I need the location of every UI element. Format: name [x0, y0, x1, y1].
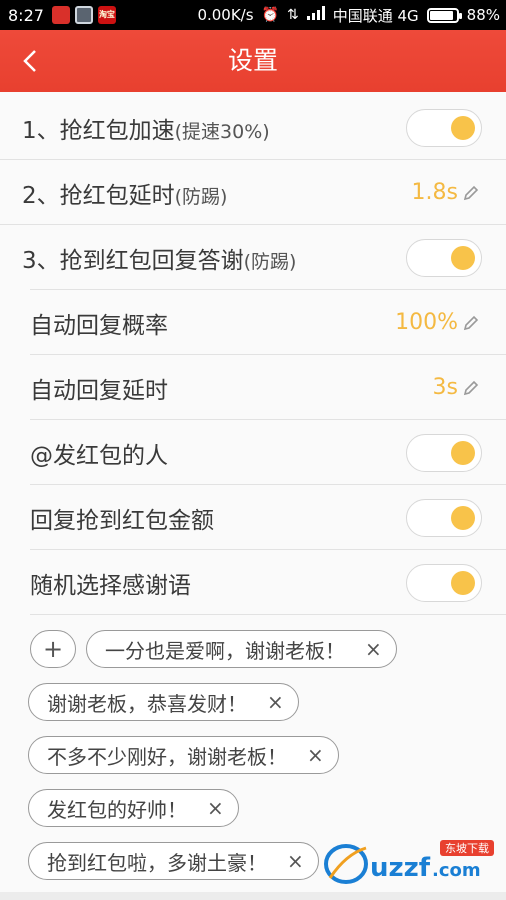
auto-reply-delay-label: 自动回复延时	[30, 377, 168, 404]
setting-delay-label: 2、抢红包延时(防踢)	[22, 182, 228, 209]
toggle-knob	[451, 570, 475, 595]
pencil-icon	[463, 315, 479, 330]
setting-auto-reply-delay: 自动回复延时 3s	[0, 355, 506, 420]
delay-value-text: 1.8s	[411, 180, 458, 205]
toggle-knob	[451, 115, 475, 140]
setting-thanks-label: 3、抢到红包回复答谢(防踢)	[22, 247, 297, 274]
taobao-app-icon: 淘宝	[97, 6, 116, 24]
close-icon[interactable]: ×	[287, 849, 304, 873]
alarm-icon: ⏰	[261, 7, 279, 23]
signal-icon	[306, 6, 325, 24]
close-icon[interactable]: ×	[207, 796, 224, 820]
title-bar: 设置	[0, 30, 506, 92]
status-time: 8:27	[8, 5, 44, 25]
toggle-knob	[451, 440, 475, 465]
phrase-text: 谢谢老板，恭喜发财！	[47, 691, 247, 716]
svg-text:uzzf: uzzf	[370, 853, 431, 883]
setting-reply-amount: 回复抢到红包金额	[0, 485, 506, 550]
battery-icon	[426, 7, 462, 23]
toggle-knob	[451, 245, 475, 270]
auto-reply-rate-text: 100%	[395, 310, 458, 335]
random-thanks-toggle[interactable]	[406, 563, 482, 602]
phrase-chip[interactable]: 发红包的好帅！ ×	[28, 789, 239, 827]
svg-text:东坡下载: 东坡下载	[445, 842, 489, 855]
phrase-text: 一分也是爱啊，谢谢老板！	[105, 638, 345, 663]
svg-text:.com: .com	[432, 860, 481, 881]
phrase-chip[interactable]: 不多不少刚好，谢谢老板！ ×	[28, 736, 339, 774]
phrase-text: 不多不少刚好，谢谢老板！	[47, 744, 287, 769]
setting-auto-reply-rate: 自动回复概率 100%	[0, 290, 506, 355]
reply-amount-toggle[interactable]	[406, 498, 482, 537]
setting-delay: 2、抢红包延时(防踢) 1.8s	[0, 160, 506, 225]
close-icon[interactable]: ×	[365, 637, 382, 661]
phrase-chip[interactable]: 一分也是爱啊，谢谢老板！ ×	[86, 630, 397, 668]
phrase-chip[interactable]: 谢谢老板，恭喜发财！ ×	[28, 683, 299, 721]
close-icon[interactable]: ×	[307, 743, 324, 767]
bottom-strip	[0, 892, 506, 900]
setting-random-thanks: 随机选择感谢语	[0, 550, 506, 615]
setting-speedup-label: 1、抢红包加速(提速30%)	[22, 117, 270, 144]
pencil-icon	[463, 185, 479, 200]
at-sender-label: @发红包的人	[30, 442, 168, 469]
phrase-chip[interactable]: 抢到红包啦，多谢土豪！ ×	[28, 842, 319, 880]
toggle-knob	[451, 505, 475, 530]
network-speed: 0.00K/s	[197, 6, 254, 24]
pencil-icon	[463, 380, 479, 395]
setting-at-sender: @发红包的人	[0, 420, 506, 485]
random-thanks-label: 随机选择感谢语	[30, 572, 191, 599]
add-phrase-button[interactable]: +	[30, 630, 76, 668]
at-sender-toggle[interactable]	[406, 433, 482, 472]
speedup-toggle[interactable]	[406, 108, 482, 147]
setting-thanks: 3、抢到红包回复答谢(防踢)	[0, 225, 506, 290]
auto-reply-rate-label: 自动回复概率	[30, 312, 168, 339]
shop-app-icon	[51, 6, 70, 24]
page-title: 设置	[227, 46, 278, 75]
carrier-label: 中国联通 4G	[332, 6, 419, 25]
security-app-icon	[74, 6, 93, 24]
reply-amount-label: 回复抢到红包金额	[30, 507, 214, 534]
phrase-text: 发红包的好帅！	[47, 797, 187, 822]
thanks-toggle[interactable]	[406, 238, 482, 277]
auto-reply-delay-value[interactable]: 3s	[433, 375, 480, 400]
divider	[30, 614, 506, 615]
battery-percent: 88%	[466, 6, 500, 24]
data-transfer-icon: ⇅	[286, 7, 299, 23]
auto-reply-rate-value[interactable]: 100%	[395, 310, 480, 335]
uzzf-watermark-logo: uzzf .com 东坡下载	[324, 840, 494, 884]
delay-value[interactable]: 1.8s	[412, 180, 480, 205]
auto-reply-delay-text: 3s	[432, 375, 458, 400]
status-bar: 8:27 淘宝 0.00K/s ⏰ ⇅ 中国联通 4G 88%	[0, 0, 506, 30]
setting-speedup: 1、抢红包加速(提速30%)	[0, 95, 506, 160]
notification-icons: 淘宝	[51, 6, 116, 24]
phrase-text: 抢到红包啦，多谢土豪！	[47, 850, 267, 875]
close-icon[interactable]: ×	[267, 690, 284, 714]
